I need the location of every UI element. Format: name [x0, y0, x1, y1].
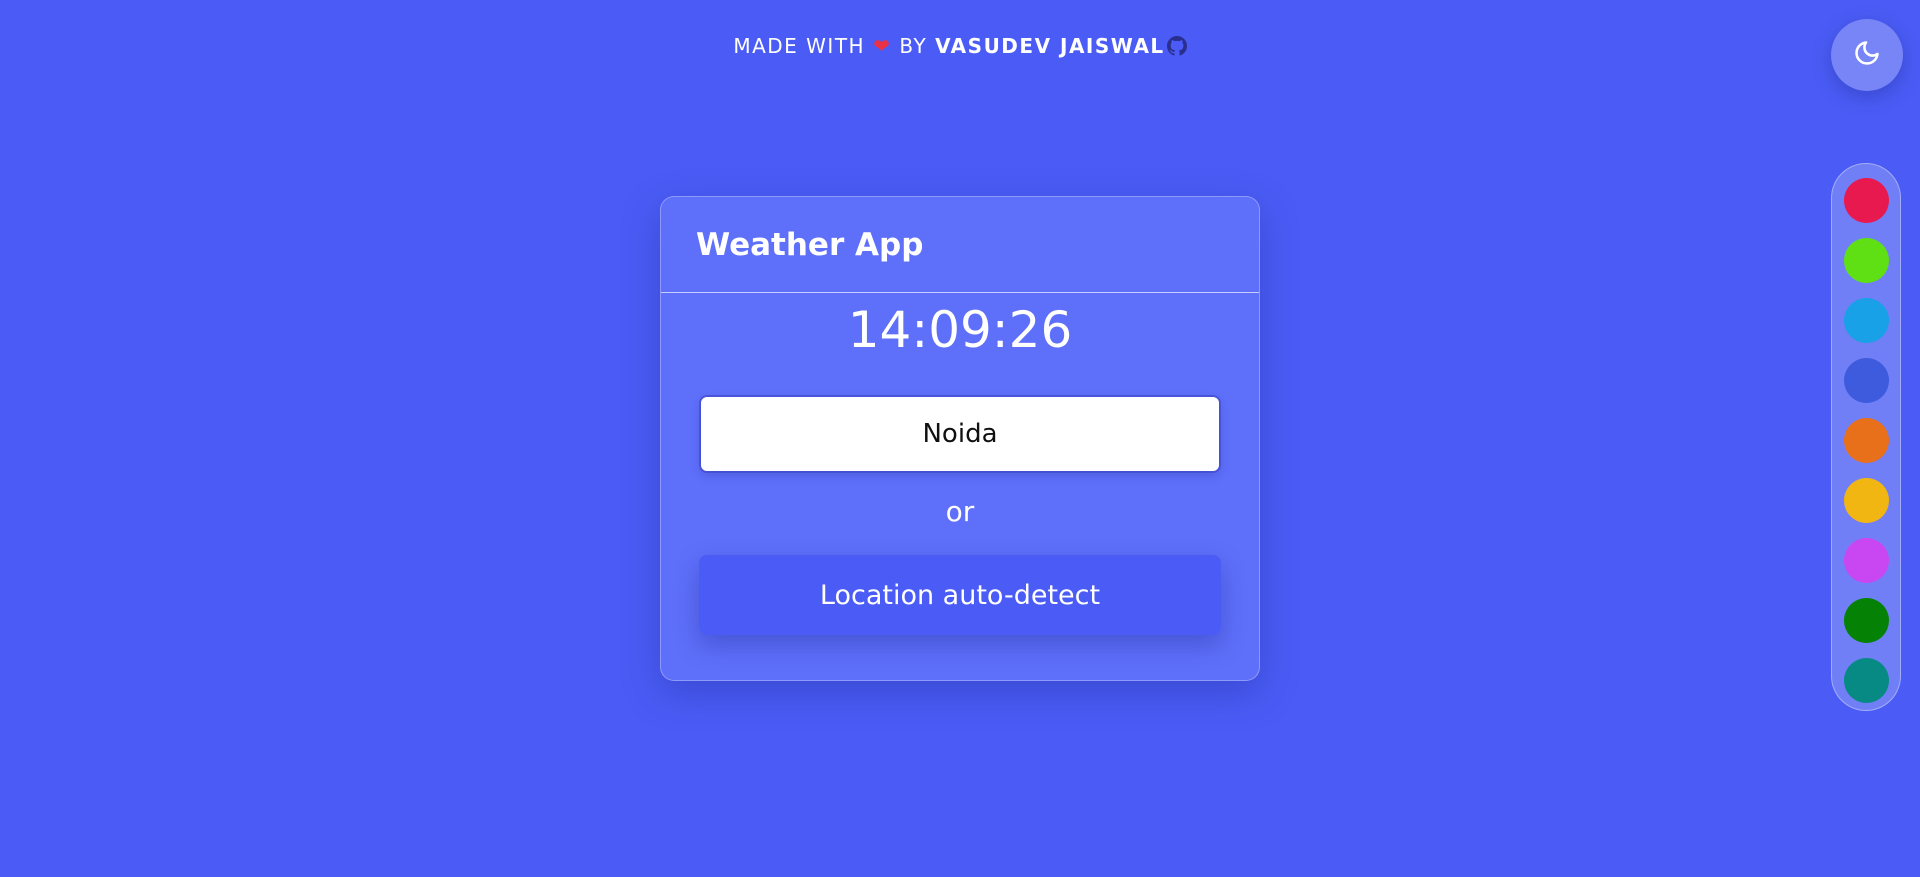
credit-line: MADE WITH ❤ BY VASUDEV JAISWAL	[0, 33, 1920, 59]
color-swatch-lime[interactable]	[1844, 238, 1889, 283]
clock-display: 14:09:26	[847, 301, 1073, 359]
color-swatch-teal[interactable]	[1844, 658, 1889, 703]
or-label: or	[945, 495, 975, 528]
card-divider	[661, 292, 1259, 293]
github-icon[interactable]	[1166, 36, 1187, 56]
card-title: Weather App	[696, 227, 924, 263]
credit-author: VASUDEV JAISWAL	[935, 34, 1165, 58]
color-swatch-green[interactable]	[1844, 598, 1889, 643]
color-swatch-royal-blue[interactable]	[1844, 358, 1889, 403]
heart-icon: ❤	[873, 34, 892, 58]
color-swatch-orange[interactable]	[1844, 418, 1889, 463]
credit-prefix: MADE WITH	[733, 34, 866, 58]
moon-icon	[1853, 39, 1881, 71]
color-swatch-violet[interactable]	[1844, 538, 1889, 583]
theme-toggle-button[interactable]	[1831, 19, 1903, 91]
color-swatch-sky-blue[interactable]	[1844, 298, 1889, 343]
weather-card: Weather App 14:09:26 or Location auto-de…	[660, 196, 1260, 681]
city-input[interactable]	[701, 397, 1219, 471]
credit-by: BY	[899, 34, 928, 58]
color-swatch-crimson[interactable]	[1844, 178, 1889, 223]
location-auto-detect-button[interactable]: Location auto-detect	[699, 555, 1221, 635]
color-swatch-amber[interactable]	[1844, 478, 1889, 523]
color-palette	[1831, 163, 1901, 711]
